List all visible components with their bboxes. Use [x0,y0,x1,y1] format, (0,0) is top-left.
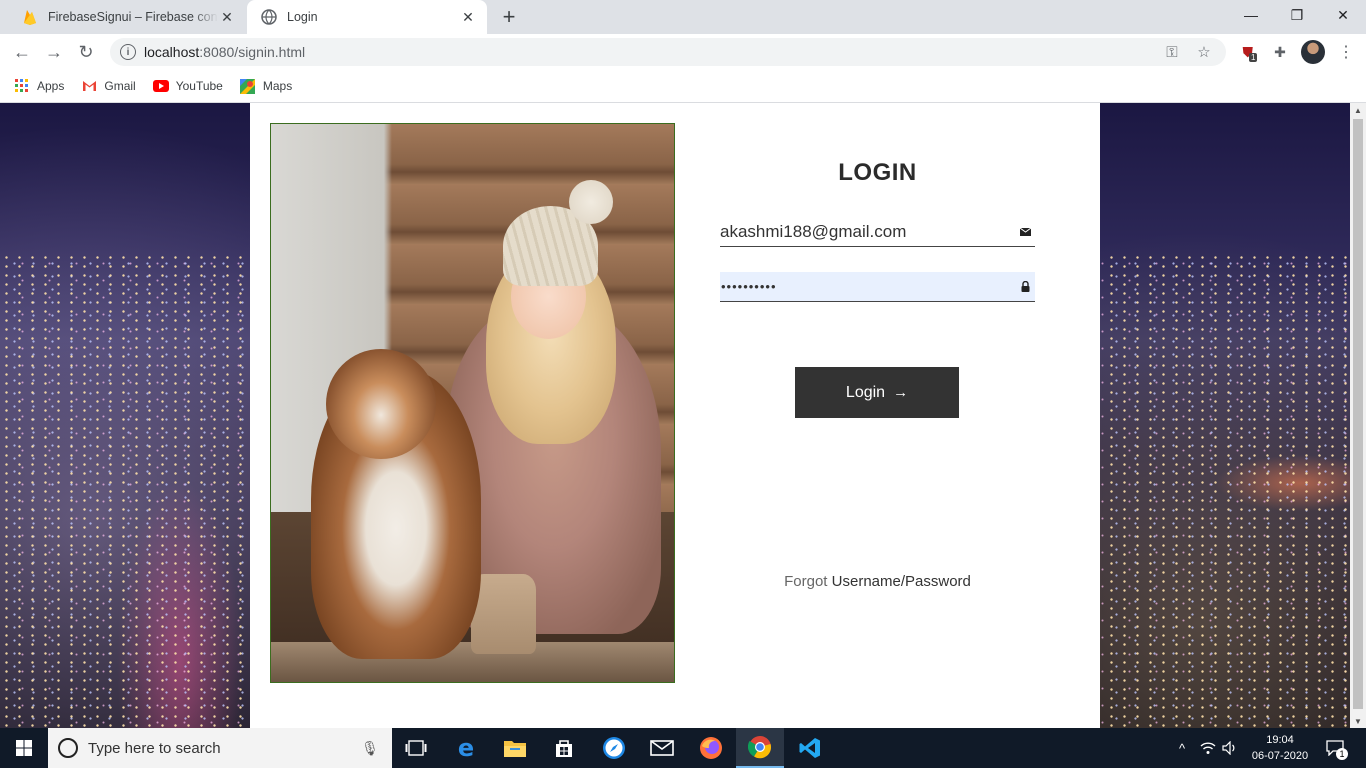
page-scrollbar[interactable]: ▲ ▼ [1350,103,1366,728]
store-icon[interactable] [540,728,588,768]
windows-start-icon[interactable] [0,728,48,768]
bookmark-gmail[interactable]: Gmail [81,78,136,94]
profile-avatar[interactable] [1301,40,1325,64]
bookmark-label: YouTube [175,79,223,93]
show-hidden-icons-chevron-icon[interactable]: ^ [1172,728,1192,768]
bookmarks-bar: Apps Gmail YouTube Maps [0,70,1366,103]
vscode-icon[interactable] [786,728,834,768]
close-tab-icon[interactable]: ✕ [218,8,236,26]
bookmark-label: Apps [37,79,65,93]
safari-compass-icon[interactable] [590,728,638,768]
bookmark-label: Gmail [104,79,136,93]
forward-icon[interactable]: → [40,38,68,66]
envelope-icon [1015,227,1035,236]
bookmark-maps[interactable]: Maps [240,78,292,94]
apps-grid-icon [14,78,30,94]
menu-kebab-icon[interactable]: ⋮ [1336,42,1356,62]
login-card: LOGIN Login → Forgot Username/Password [250,103,1100,728]
windows-taskbar: Type here to search 🎙 e ^ 19:04 06-07-20… [0,728,1366,768]
file-explorer-icon[interactable] [491,728,539,768]
bookmark-star-icon[interactable]: ☆ [1194,42,1214,62]
notification-count: 1 [1336,748,1348,760]
lock-icon [1015,281,1035,292]
edge-icon[interactable]: e [442,728,490,768]
email-field[interactable] [720,217,1035,247]
page-title: LOGIN [838,159,917,186]
chrome-icon[interactable] [736,728,784,768]
tab-strip: FirebaseSignui – Firebase console ✕ Logi… [0,0,1366,34]
bookmark-apps[interactable]: Apps [14,78,64,94]
minimize-icon[interactable]: — [1228,0,1274,30]
forgot-label: Forgot [784,573,828,590]
login-button-label: Login [845,383,886,401]
new-tab-button[interactable]: + [497,4,521,29]
bookmark-label: Maps [262,79,293,93]
browser-toolbar: ← → ↻ i localhost:8080/signin.html ⚿ ☆ ⛊… [0,34,1366,70]
maps-icon [240,78,256,94]
email-input[interactable] [720,217,1015,246]
gmail-icon [81,78,97,94]
notifications-icon[interactable]: 1 [1322,728,1348,768]
tab-title: FirebaseSignui – Firebase console [48,10,218,24]
youtube-icon [152,78,169,94]
close-tab-icon[interactable]: ✕ [459,8,477,26]
task-view-icon[interactable] [392,728,440,768]
page-viewport: LOGIN Login → Forgot Username/Password [0,103,1350,728]
wifi-icon[interactable] [1198,728,1218,768]
mail-icon[interactable] [638,728,686,768]
taskbar-clock[interactable]: 19:04 06-07-2020 [1248,732,1312,764]
bookmark-youtube[interactable]: YouTube [152,78,223,94]
girl-and-dog-photo [270,123,675,683]
password-field[interactable] [720,272,1035,302]
site-info-icon[interactable]: i [120,44,136,60]
shield-extension-icon[interactable]: ⛊ 1 [1240,42,1260,62]
microphone-icon[interactable]: 🎙 [360,740,380,757]
back-icon[interactable]: ← [8,38,36,66]
scroll-up-icon[interactable]: ▲ [1350,103,1366,117]
search-placeholder: Type here to search [88,739,221,757]
close-window-icon[interactable]: ✕ [1320,0,1366,30]
restore-icon[interactable]: ❐ [1274,0,1320,30]
globe-icon [261,9,277,25]
firebase-icon [22,9,38,25]
extension-badge: 1 [1249,52,1258,62]
extensions-puzzle-icon[interactable]: ✚ [1270,42,1290,62]
forgot-link[interactable]: Forgot Username/Password [720,573,1035,590]
address-url: localhost:8080/signin.html [144,44,306,60]
scroll-down-icon[interactable]: ▼ [1350,714,1366,728]
tab-login[interactable]: Login ✕ [247,0,487,34]
firefox-icon[interactable] [687,728,735,768]
tab-firebase[interactable]: FirebaseSignui – Firebase console ✕ [8,0,246,34]
login-button[interactable]: Login → [795,367,959,418]
clock-time: 19:04 [1266,734,1294,746]
taskbar-search[interactable]: Type here to search 🎙 [48,728,392,768]
scroll-thumb[interactable] [1353,119,1363,709]
volume-icon[interactable] [1220,728,1240,768]
forgot-username-password-link[interactable]: Username/Password [832,573,971,590]
password-input[interactable] [720,272,1015,301]
arrow-right-icon: → [893,384,909,401]
cortana-icon [58,738,78,758]
reload-icon[interactable]: ↻ [72,38,100,66]
address-bar[interactable]: i localhost:8080/signin.html ⚿ ☆ [110,38,1226,66]
clock-date: 06-07-2020 [1251,750,1309,762]
key-icon[interactable]: ⚿ [1162,42,1182,62]
tab-title: Login [287,10,318,24]
